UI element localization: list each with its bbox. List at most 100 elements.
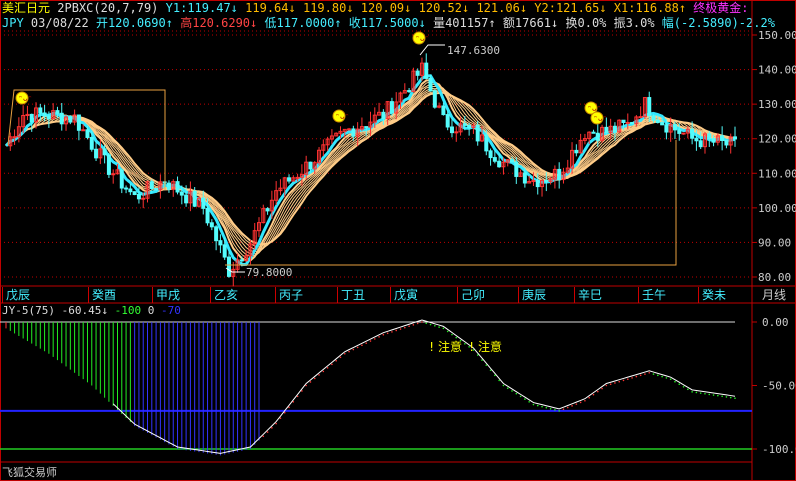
candle-down [544, 179, 549, 182]
candle-down [226, 256, 231, 277]
year-label: 戊寅 [390, 287, 418, 303]
signal-dot [408, 325, 410, 328]
chart-canvas[interactable]: 150.00 140.00 130.00 120.00 110.00 100.00 90.0… [0, 0, 796, 481]
candle-down [720, 135, 725, 141]
signal-dot [412, 324, 415, 326]
signal-dot [618, 380, 621, 383]
candle-up [111, 173, 116, 176]
candle-up [295, 176, 300, 179]
candle-down [55, 110, 60, 114]
signal-dot [532, 403, 535, 406]
signal-dot [541, 405, 543, 408]
candle-down [449, 126, 454, 134]
signal-dot [729, 396, 732, 399]
signal-dot [579, 401, 582, 404]
high-annotation: 147.6300 [447, 44, 500, 57]
candle-down [119, 169, 124, 189]
candle-down [535, 179, 540, 188]
signal-dot [348, 350, 350, 353]
candle-down [149, 181, 154, 190]
year-label: 丙子 [275, 287, 303, 303]
signal-dot [365, 342, 368, 344]
y-tick-label: 0.00 [762, 316, 789, 329]
signal-dot [485, 364, 488, 366]
candle-down [85, 129, 90, 138]
smiley-icon-face: ᵔᴗᵔ [587, 104, 601, 113]
candle-down [106, 154, 111, 175]
candle-down [660, 122, 665, 126]
signal-dot [554, 409, 556, 411]
candle-down [389, 101, 394, 114]
candle-down [557, 168, 562, 181]
smiley-icon-face: ᵔᴗᵔ [18, 94, 32, 103]
signal-dot [644, 373, 646, 375]
y-tick-label: 120.00 [758, 133, 796, 146]
signal-dot [322, 370, 325, 373]
signal-dot [657, 374, 659, 377]
candle-down [102, 148, 107, 156]
year-label: 甲戌 [152, 287, 180, 303]
candle-down [441, 105, 446, 116]
signal-dot [571, 405, 573, 407]
candle-down [428, 77, 433, 92]
candle-down [690, 128, 695, 139]
year-label: 壬午 [638, 287, 666, 303]
signal-dot [378, 336, 380, 338]
year-label: 丁丑 [337, 287, 365, 303]
period-label[interactable]: 月线 [752, 287, 796, 303]
candle-down [467, 124, 472, 129]
candle-up [625, 121, 630, 124]
signal-dot [369, 340, 372, 342]
signal-dot [648, 372, 651, 374]
signal-dot [721, 395, 723, 398]
year-label: 辛巳 [574, 287, 602, 303]
candle-up [141, 197, 146, 200]
candle-down [604, 126, 609, 134]
candle-down [38, 107, 43, 114]
candle-down [424, 62, 429, 79]
smiley-icon-face: ᵔᴗᵔ [415, 34, 429, 43]
signal-dot [596, 390, 599, 393]
y-tick-label: 130.00 [758, 98, 796, 111]
candle-down [694, 137, 699, 142]
candle-down [492, 157, 497, 162]
candle-down [214, 226, 219, 242]
candle-down [124, 187, 129, 190]
signal-dot [356, 346, 359, 349]
candle-down [514, 161, 519, 177]
indicator-line [112, 319, 736, 454]
signal-dot [691, 391, 693, 393]
candle-down [89, 136, 94, 150]
candle-down [209, 222, 214, 228]
y-tick-label: 150.00 [758, 29, 796, 42]
candle-down [364, 126, 369, 129]
note-label: 注意 [438, 339, 462, 354]
signal-dot [605, 384, 608, 387]
signal-dot [652, 373, 655, 375]
y-tick-label: 110.00 [758, 167, 796, 180]
indicator-value: -60.45 [61, 304, 102, 317]
candle-down [711, 138, 716, 143]
signal-dot [558, 410, 560, 412]
candle-down [42, 112, 47, 117]
year-label: 癸酉 [88, 287, 116, 303]
signal-dot [391, 331, 393, 333]
candle-down [68, 116, 73, 123]
signal-dot [352, 348, 355, 351]
signal-dot [331, 363, 333, 366]
level-70: -70 [160, 304, 181, 317]
candle-down [664, 124, 669, 133]
signal-dot [339, 356, 342, 359]
signal-dot [425, 322, 428, 325]
y-tick-label: 140.00 [758, 64, 796, 77]
signal-dot [416, 322, 419, 325]
year-label: 戊辰 [2, 287, 30, 303]
candle-down [179, 191, 184, 196]
candle-down [651, 115, 656, 121]
signal-dot [609, 383, 612, 386]
candle-down [184, 194, 189, 204]
signal-dot [446, 330, 449, 333]
candle-up [12, 136, 17, 139]
candle-down [128, 188, 133, 193]
signal-dot [481, 359, 483, 361]
